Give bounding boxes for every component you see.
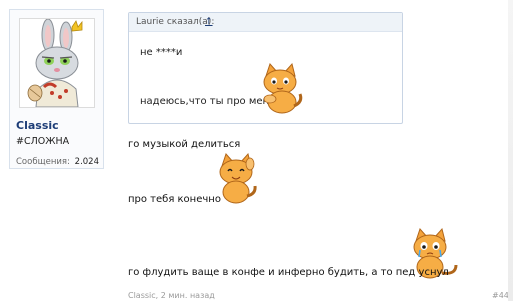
quote-header: Laurie сказал(а): ↑ — [129, 13, 402, 32]
user-info-panel: Classic #СЛОЖНА Сообщения: 2.024 — [9, 9, 104, 169]
quote-author: Laurie сказал(а): — [136, 17, 215, 27]
scrollbar-edge[interactable] — [508, 0, 513, 301]
message-text: го музыкой делиться — [128, 139, 241, 150]
cat-sticker-icon — [256, 62, 306, 117]
message-text: про тебя конечно — [128, 194, 221, 205]
rabbit-avatar-icon — [20, 19, 94, 107]
quote-jump-link[interactable]: ↑ — [205, 17, 213, 27]
post-count-label: Сообщения: — [16, 157, 70, 167]
user-title: #СЛОЖНА — [16, 136, 70, 147]
avatar[interactable] — [19, 18, 95, 108]
message-text: го флудить ваще в конфе и инферно будить… — [128, 267, 449, 278]
quote-text-line: не ****и — [140, 47, 183, 58]
quote-text-line: надеюсь,что ты про меня — [140, 96, 276, 107]
post-meta[interactable]: Classic, 2 мин. назад — [128, 291, 215, 300]
forum-post: Classic #СЛОЖНА Сообщения: 2.024 Laurie … — [0, 0, 513, 301]
username[interactable]: Classic — [16, 119, 59, 132]
post-count-value: 2.024 — [74, 157, 99, 167]
post-count-row: Сообщения: 2.024 — [14, 157, 102, 169]
